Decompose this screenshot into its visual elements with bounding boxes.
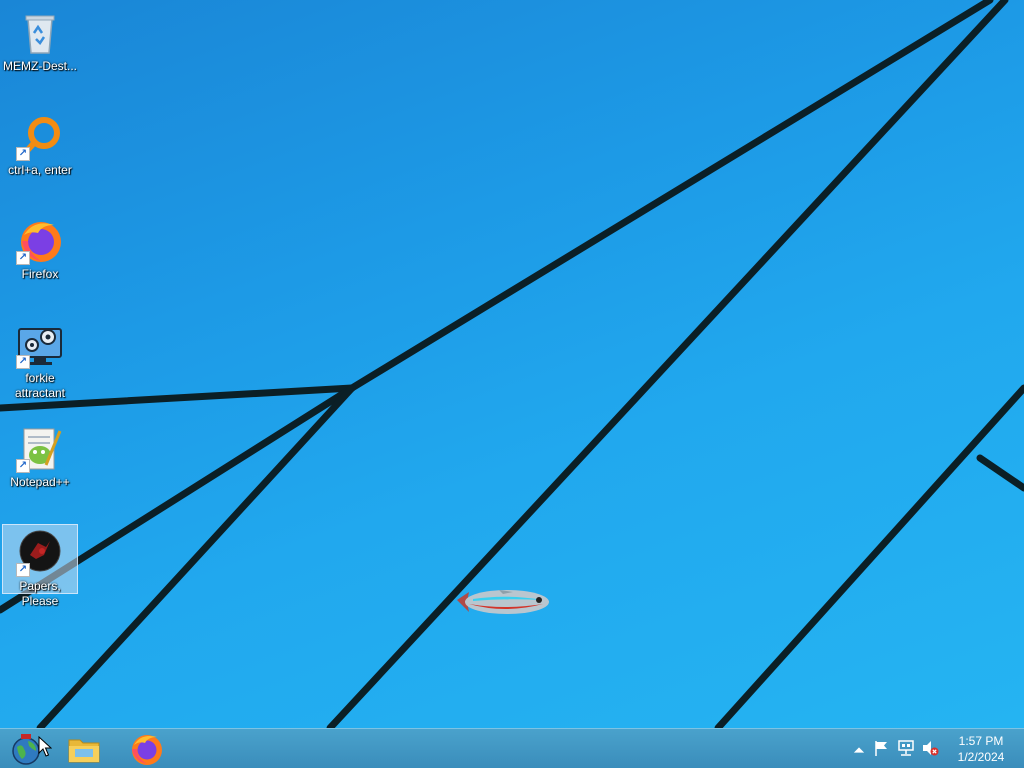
desktop-icon-papers-please[interactable]: ↗ Papers, Please [2,524,78,608]
recycle-bin-icon [16,9,64,57]
desktop-icon-label: Notepad++ [10,475,70,489]
shortcut-arrow-icon: ↗ [16,355,30,369]
folder-icon [68,739,100,763]
taskbar: 1:57 PM 1/2/2024 [0,728,1024,768]
papers-please-icon: ↗ [16,529,64,577]
desktop-icon-forkie-attractant[interactable]: ↗ forkie attractant [2,316,78,402]
network-icon[interactable] [897,739,915,757]
taskbar-firefox[interactable] [128,731,164,767]
notepad-plus-plus-icon: ↗ [16,425,64,473]
desktop-icon-firefox[interactable]: ↗ Firefox [2,212,78,283]
desktop-icon-label: MEMZ-Dest... [3,59,77,73]
neon-tetra-fish [457,590,549,614]
desktop-icon-notepad-plus-plus[interactable]: ↗ Notepad++ [2,420,78,491]
shortcut-arrow-icon: ↗ [16,251,30,265]
volume-muted-icon[interactable] [921,739,939,757]
desktop-icon-ctrl-a-enter[interactable]: ↗ ctrl+a, enter [2,108,78,179]
action-center-flag-icon[interactable] [872,739,890,757]
desktop-icon-label: Firefox [21,267,59,281]
clock-time: 1:57 PM [958,734,1004,748]
clock-date: 1/2/2024 [957,750,1005,764]
shortcut-arrow-icon: ↗ [16,459,30,473]
firefox-icon [132,735,162,765]
desktop-icon-label: forkie attractant [14,371,66,400]
desktop-icon-label: ctrl+a, enter [8,163,72,177]
shortcut-arrow-icon: ↗ [16,563,30,577]
taskbar-file-explorer[interactable] [66,731,104,767]
monitor-gears-icon: ↗ [16,321,64,369]
mouse-cursor-icon [38,736,52,757]
desktop[interactable]: MEMZ-Dest... ↗ ctrl+a, enter ↗ Firefox ↗… [0,0,1024,728]
orange-ring-icon: ↗ [16,113,64,161]
shortcut-arrow-icon: ↗ [16,147,30,161]
firefox-icon: ↗ [16,217,64,265]
chevron-up-icon [853,747,865,753]
show-hidden-icons-arrow[interactable] [850,741,865,755]
desktop-icon-memz[interactable]: MEMZ-Dest... [2,4,78,75]
clock[interactable]: 1:57 PM 1/2/2024 [944,733,1018,765]
desktop-icon-label: Papers, Please [19,579,61,608]
